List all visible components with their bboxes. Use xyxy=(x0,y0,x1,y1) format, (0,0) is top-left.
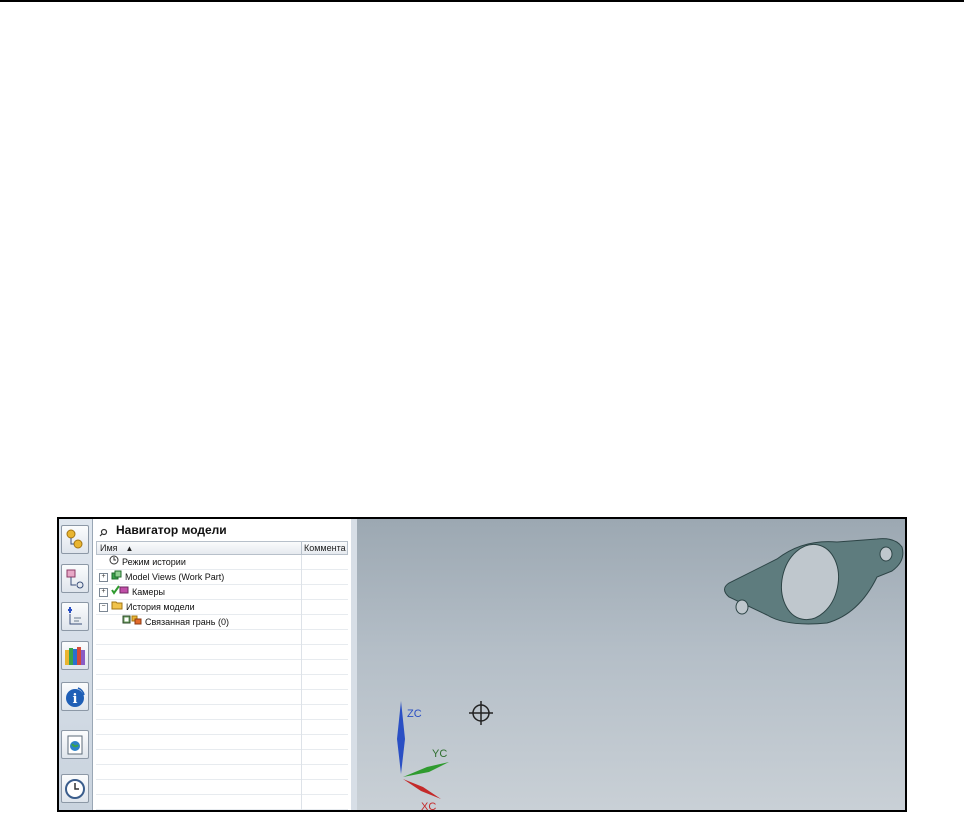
part-navigator-panel: Навигатор модели Имя ▲ Коммента Режим ист… xyxy=(93,519,357,810)
tree-row-label: Режим истории xyxy=(122,557,186,567)
navigator-header: Навигатор модели xyxy=(93,519,351,541)
tree-row-empty xyxy=(96,765,348,780)
resource-bar: i xyxy=(59,519,93,810)
tree-row-empty xyxy=(96,630,348,645)
tree-row[interactable]: Связанная грань (0) xyxy=(96,615,348,630)
column-divider xyxy=(301,600,302,615)
column-divider xyxy=(301,645,302,660)
column-divider xyxy=(301,630,302,645)
folder-icon xyxy=(111,600,123,615)
tree-row-label: Model Views (Work Part) xyxy=(125,572,225,582)
model-views-icon xyxy=(111,570,122,585)
tree-row-empty xyxy=(96,690,348,705)
column-divider xyxy=(301,735,302,750)
column-divider xyxy=(301,660,302,675)
tree-row-empty xyxy=(96,750,348,765)
column-divider xyxy=(301,570,302,585)
z-axis-label: ZC xyxy=(407,708,422,720)
y-axis-arrow xyxy=(403,762,449,777)
wcs-origin-icon[interactable] xyxy=(469,701,493,725)
column-name[interactable]: Имя ▲ xyxy=(97,542,302,554)
page-top-rule xyxy=(0,0,964,2)
tree-row-empty xyxy=(96,675,348,690)
history-icon[interactable] xyxy=(61,774,89,803)
column-divider xyxy=(301,765,302,780)
tree-row-content: Связанная грань (0) xyxy=(122,615,229,630)
tree-row-label: Связанная грань (0) xyxy=(145,617,229,627)
graphics-window[interactable]: ZC YC XC xyxy=(357,519,905,810)
column-divider xyxy=(301,690,302,705)
tree-row-label: История модели xyxy=(126,602,195,612)
tree-row-empty xyxy=(96,720,348,735)
svg-text:i: i xyxy=(73,692,78,707)
tree-row-empty xyxy=(96,705,348,720)
web-browser-icon[interactable] xyxy=(61,730,89,759)
linked-face-icon xyxy=(122,615,142,630)
constraint-navigator-icon[interactable] xyxy=(61,564,89,593)
column-divider xyxy=(301,585,302,600)
tree-row-empty xyxy=(96,780,348,795)
tree-row-content: − История модели xyxy=(99,600,195,615)
tree-row[interactable]: + Model Views (Work Part) xyxy=(96,570,348,585)
column-divider xyxy=(301,780,302,795)
datum-triad: ZC YC XC xyxy=(397,701,449,810)
tree-row-content: Режим истории xyxy=(99,555,186,570)
sort-ascending-icon: ▲ xyxy=(125,544,134,553)
gasket-part[interactable] xyxy=(724,538,904,625)
tree-row-content: + Model Views (Work Part) xyxy=(99,570,224,585)
x-axis-arrow xyxy=(403,779,441,799)
tree-row-label: Камеры xyxy=(132,587,165,597)
tree-row-empty xyxy=(96,660,348,675)
tree-row-content: + Камеры xyxy=(99,585,165,600)
x-axis-label: XC xyxy=(421,801,436,810)
camera-icon xyxy=(111,585,129,600)
z-axis-arrow xyxy=(397,701,405,774)
column-divider xyxy=(301,795,302,810)
navigator-tree: Режим истории + Model Views (Work Part) + Ка… xyxy=(96,555,348,810)
tree-row-empty xyxy=(96,795,348,810)
column-header: Имя ▲ Коммента xyxy=(96,541,348,555)
nx-window: i Навигатор модели Имя ▲ Коммента Режим и… xyxy=(57,517,907,812)
tree-row[interactable]: + Камеры xyxy=(96,585,348,600)
assembly-navigator-icon[interactable] xyxy=(61,525,89,554)
clock-icon xyxy=(109,555,119,570)
expand-icon[interactable]: + xyxy=(99,573,108,582)
column-divider xyxy=(301,750,302,765)
reuse-library-icon[interactable] xyxy=(61,641,89,670)
info-icon[interactable]: i xyxy=(61,682,89,711)
part-navigator-icon[interactable] xyxy=(61,602,89,631)
tree-row[interactable]: Режим истории xyxy=(96,555,348,570)
pin-icon[interactable] xyxy=(99,526,108,536)
collapse-icon[interactable]: − xyxy=(99,603,108,612)
column-divider xyxy=(301,720,302,735)
column-divider xyxy=(301,615,302,630)
expand-icon[interactable]: + xyxy=(99,588,108,597)
y-axis-label: YC xyxy=(432,748,447,760)
navigator-title: Навигатор модели xyxy=(116,523,227,537)
tree-row-empty xyxy=(96,645,348,660)
column-divider xyxy=(301,675,302,690)
column-comment[interactable]: Коммента xyxy=(302,542,347,554)
tree-row[interactable]: − История модели xyxy=(96,600,348,615)
column-divider xyxy=(301,705,302,720)
tree-row-empty xyxy=(96,735,348,750)
column-divider xyxy=(301,555,302,570)
